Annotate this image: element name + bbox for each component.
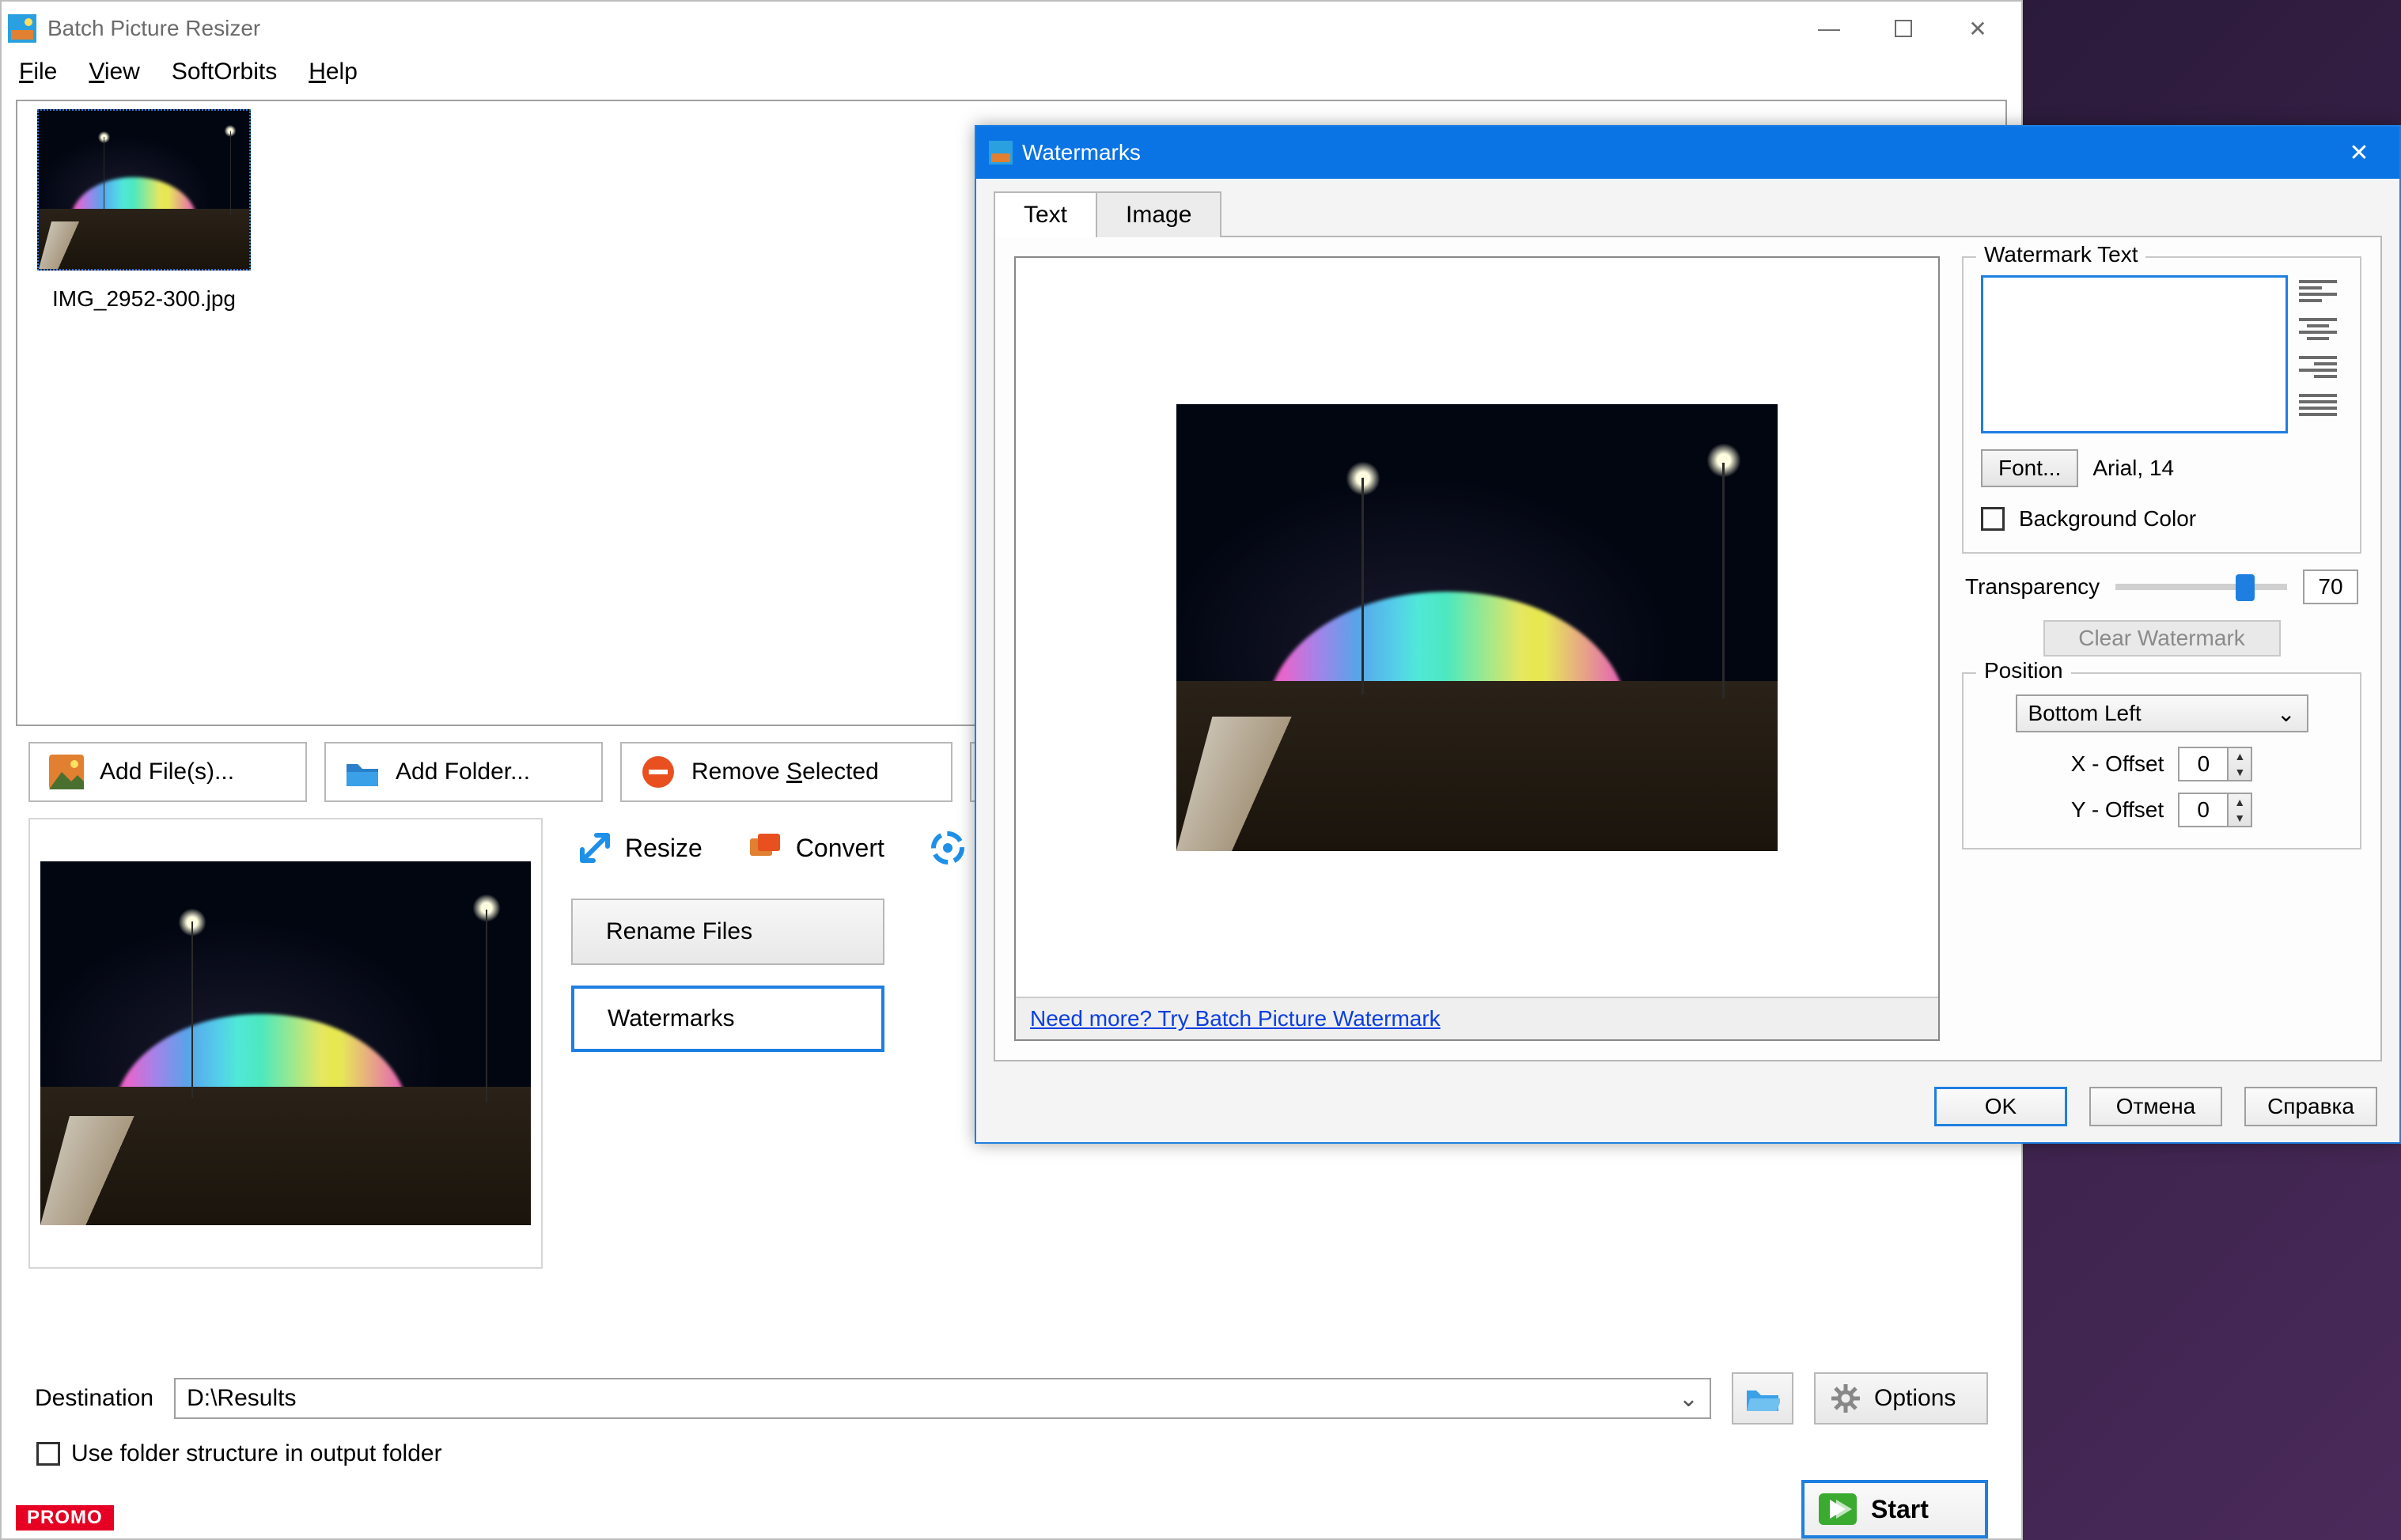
ok-button[interactable]: OK bbox=[1934, 1087, 2067, 1126]
tab-convert[interactable]: Convert bbox=[728, 818, 905, 878]
folder-structure-checkbox[interactable] bbox=[36, 1442, 60, 1466]
clear-watermark-button: Clear Watermark bbox=[2043, 620, 2281, 656]
gallery-item[interactable]: IMG_2952-300.jpg bbox=[25, 109, 263, 312]
start-label: Start bbox=[1871, 1495, 1929, 1524]
position-group: Position Bottom Left ⌄ X - Offset ▲▼ Y -… bbox=[1962, 672, 2361, 849]
options-button[interactable]: Options bbox=[1814, 1372, 1988, 1425]
watermarks-label: Watermarks bbox=[608, 1005, 735, 1032]
spin-down-icon[interactable]: ▼ bbox=[2229, 810, 2251, 826]
align-justify-icon[interactable] bbox=[2299, 389, 2337, 421]
dialog-title: Watermarks bbox=[1022, 140, 1141, 165]
browse-folder-button[interactable] bbox=[1732, 1372, 1793, 1425]
chevron-down-icon: ⌄ bbox=[1679, 1385, 1698, 1413]
spin-up-icon[interactable]: ▲ bbox=[2229, 748, 2251, 764]
menu-help[interactable]: Help bbox=[309, 59, 358, 85]
x-offset-spinner[interactable]: ▲▼ bbox=[2178, 747, 2252, 781]
font-description: Arial, 14 bbox=[2092, 456, 2174, 481]
font-button[interactable]: Font... bbox=[1981, 449, 2078, 487]
destination-value: D:\Results bbox=[187, 1385, 296, 1412]
menu-bar: File View SoftOrbits Help bbox=[2, 55, 2021, 100]
y-offset-value[interactable] bbox=[2178, 793, 2229, 827]
play-icon bbox=[1819, 1493, 1857, 1525]
spin-down-icon[interactable]: ▼ bbox=[2229, 764, 2251, 780]
start-button[interactable]: Start bbox=[1801, 1480, 1988, 1538]
add-files-button[interactable]: Add File(s)... bbox=[28, 742, 307, 802]
upsell-link[interactable]: Need more? Try Batch Picture Watermark bbox=[1030, 1006, 1441, 1031]
destination-combo[interactable]: D:\Results ⌄ bbox=[174, 1378, 1711, 1419]
convert-icon bbox=[748, 831, 783, 865]
folder-icon bbox=[345, 755, 380, 789]
menu-softorbits[interactable]: SoftOrbits bbox=[172, 59, 277, 85]
minimize-button[interactable]: — bbox=[1792, 6, 1866, 51]
x-offset-value[interactable] bbox=[2178, 747, 2229, 781]
cancel-button[interactable]: Отмена bbox=[2089, 1087, 2222, 1126]
watermark-controls: Watermark Text Font... Arial, 14 bbox=[1962, 256, 2361, 1041]
folder-open-icon bbox=[1745, 1383, 1780, 1414]
add-folder-button[interactable]: Add Folder... bbox=[324, 742, 603, 802]
watermarks-dialog: Watermarks ✕ Text Image Need more? Try B… bbox=[975, 125, 2401, 1144]
add-files-label: Add File(s)... bbox=[100, 759, 234, 785]
add-folder-label: Add Folder... bbox=[396, 759, 530, 785]
tab-convert-label: Convert bbox=[796, 834, 884, 863]
y-offset-spinner[interactable]: ▲▼ bbox=[2178, 793, 2252, 827]
tab-text[interactable]: Text bbox=[994, 191, 1097, 237]
close-button[interactable]: ✕ bbox=[1941, 6, 2015, 51]
help-button[interactable]: Справка bbox=[2244, 1087, 2377, 1126]
watermark-text-input[interactable] bbox=[1981, 275, 2288, 433]
thumbnail-filename: IMG_2952-300.jpg bbox=[52, 286, 236, 312]
promo-badge[interactable]: PROMO bbox=[16, 1505, 114, 1531]
background-color-checkbox[interactable] bbox=[1981, 507, 2005, 531]
dialog-tabs: Text Image bbox=[994, 190, 2382, 236]
spin-up-icon[interactable]: ▲ bbox=[2229, 794, 2251, 810]
folder-structure-row: Use folder structure in output folder bbox=[16, 1428, 2007, 1480]
photo-icon bbox=[49, 755, 84, 789]
target-icon bbox=[930, 831, 965, 865]
dialog-titlebar: Watermarks ✕ bbox=[976, 127, 2399, 179]
align-center-icon[interactable] bbox=[2299, 313, 2337, 345]
watermark-preview-frame: Need more? Try Batch Picture Watermark bbox=[1014, 256, 1940, 1041]
align-right-icon[interactable] bbox=[2299, 351, 2337, 383]
transparency-label: Transparency bbox=[1965, 574, 2100, 600]
preview-image bbox=[40, 861, 531, 1225]
dialog-app-icon bbox=[989, 141, 1013, 165]
tab-resize[interactable]: Resize bbox=[557, 818, 723, 878]
tab-image[interactable]: Image bbox=[1096, 191, 1221, 237]
destination-label: Destination bbox=[35, 1385, 153, 1412]
resize-icon bbox=[578, 831, 612, 865]
thumbnail-image[interactable] bbox=[37, 109, 251, 271]
chevron-down-icon: ⌄ bbox=[2277, 701, 2295, 727]
dialog-button-row: OK Отмена Справка bbox=[976, 1071, 2399, 1142]
position-combo[interactable]: Bottom Left ⌄ bbox=[2016, 694, 2308, 732]
align-left-icon[interactable] bbox=[2299, 275, 2337, 307]
x-offset-label: X - Offset bbox=[2071, 751, 2164, 777]
folder-structure-label: Use folder structure in output folder bbox=[71, 1440, 442, 1467]
remove-selected-button[interactable]: Remove Selected bbox=[620, 742, 952, 802]
position-value: Bottom Left bbox=[2028, 701, 2142, 726]
rename-files-label: Rename Files bbox=[606, 918, 752, 945]
rename-files-button[interactable]: AB Rename Files bbox=[571, 899, 884, 965]
app-title: Batch Picture Resizer bbox=[47, 16, 260, 41]
gear-icon bbox=[1830, 1383, 1861, 1414]
menu-file[interactable]: File bbox=[19, 59, 57, 85]
app-icon bbox=[8, 14, 36, 43]
watermark-preview-image bbox=[1176, 404, 1778, 851]
remove-selected-label: Remove Selected bbox=[691, 759, 879, 785]
position-legend: Position bbox=[1976, 658, 2071, 683]
remove-icon bbox=[641, 755, 676, 789]
transparency-slider[interactable] bbox=[2115, 584, 2287, 590]
watermarks-button[interactable]: A Watermarks bbox=[571, 986, 884, 1052]
preview-panel bbox=[28, 818, 543, 1269]
watermark-text-group: Watermark Text Font... Arial, 14 bbox=[1962, 256, 2361, 554]
main-titlebar: Batch Picture Resizer — ✕ bbox=[2, 2, 2021, 55]
transparency-value[interactable] bbox=[2303, 569, 2358, 604]
maximize-button[interactable] bbox=[1866, 6, 1941, 51]
menu-view[interactable]: View bbox=[89, 59, 139, 85]
tab-resize-label: Resize bbox=[625, 834, 703, 863]
background-color-label: Background Color bbox=[2019, 506, 2196, 532]
watermark-text-legend: Watermark Text bbox=[1976, 242, 2145, 267]
y-offset-label: Y - Offset bbox=[2071, 797, 2164, 823]
dialog-close-button[interactable]: ✕ bbox=[2331, 133, 2387, 172]
destination-row: Destination D:\Results ⌄ Options bbox=[16, 1369, 2007, 1428]
options-label: Options bbox=[1874, 1385, 1956, 1412]
